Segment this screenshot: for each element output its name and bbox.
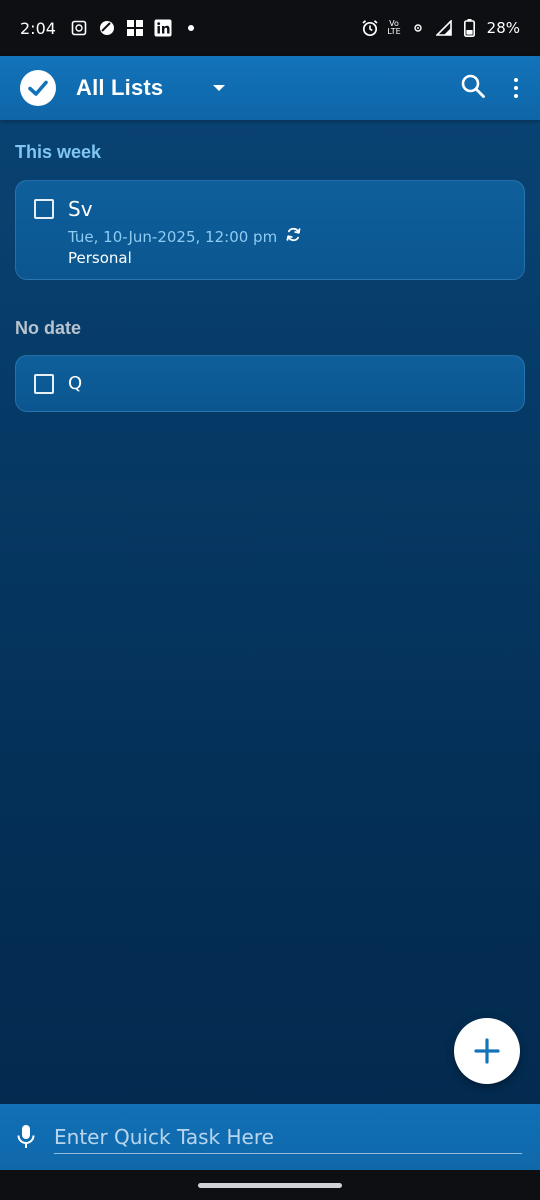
home-gesture-handle[interactable] [198,1183,342,1188]
task-due-row: Tue, 10-Jun-2025, 12:00 pm [68,226,302,247]
kebab-dot [514,78,518,82]
signal-icon [435,19,453,37]
task-card[interactable]: Q [15,355,525,412]
app-bar: All Lists [0,56,540,120]
navigation-bar [0,1170,540,1200]
check-circle-logo-icon[interactable] [20,70,56,106]
task-checkbox[interactable] [34,199,54,219]
status-time: 2:04 [20,18,56,38]
mic-icon[interactable] [16,1124,36,1155]
battery-percent: 28% [486,19,520,37]
notification-cricket-icon [98,19,116,37]
notification-icons [70,19,200,37]
plus-icon [474,1038,500,1064]
task-checkbox[interactable] [34,374,54,394]
quick-task-bar [0,1104,540,1170]
task-due-date: Tue, 10-Jun-2025, 12:00 pm [68,227,278,246]
section-header-no-date: No date [15,318,82,338]
search-icon[interactable] [460,73,486,104]
more-vert-icon[interactable] [512,78,520,98]
section-header-this-week: This week [15,142,102,162]
task-title: Q [68,373,83,394]
notification-linkedin-icon [154,19,172,37]
volte-indicator: Vo LTE [387,20,400,36]
battery-icon [461,19,479,37]
lte-label: LTE [387,27,401,36]
kebab-dot [514,94,518,98]
notification-app-icon [70,19,88,37]
chevron-down-icon[interactable] [213,85,226,91]
notification-grid-icon [126,19,144,37]
add-task-button[interactable] [454,1018,520,1084]
repeat-icon [285,226,302,247]
quick-task-input[interactable] [54,1120,522,1154]
task-card[interactable]: Sv Tue, 10-Jun-2025, 12:00 pm Personal [15,180,525,280]
alarm-icon [361,19,379,37]
more-notifications-dot-icon [182,19,200,37]
system-icons: Vo LTE 28% [361,19,520,37]
kebab-dot [514,86,518,90]
task-list-name: Personal [68,249,132,267]
status-bar: 2:04 Vo LTE 28% [0,0,540,56]
wifi-calling-icon [409,19,427,37]
task-title: Sv [68,197,93,221]
list-selector-title[interactable]: All Lists [76,75,163,101]
